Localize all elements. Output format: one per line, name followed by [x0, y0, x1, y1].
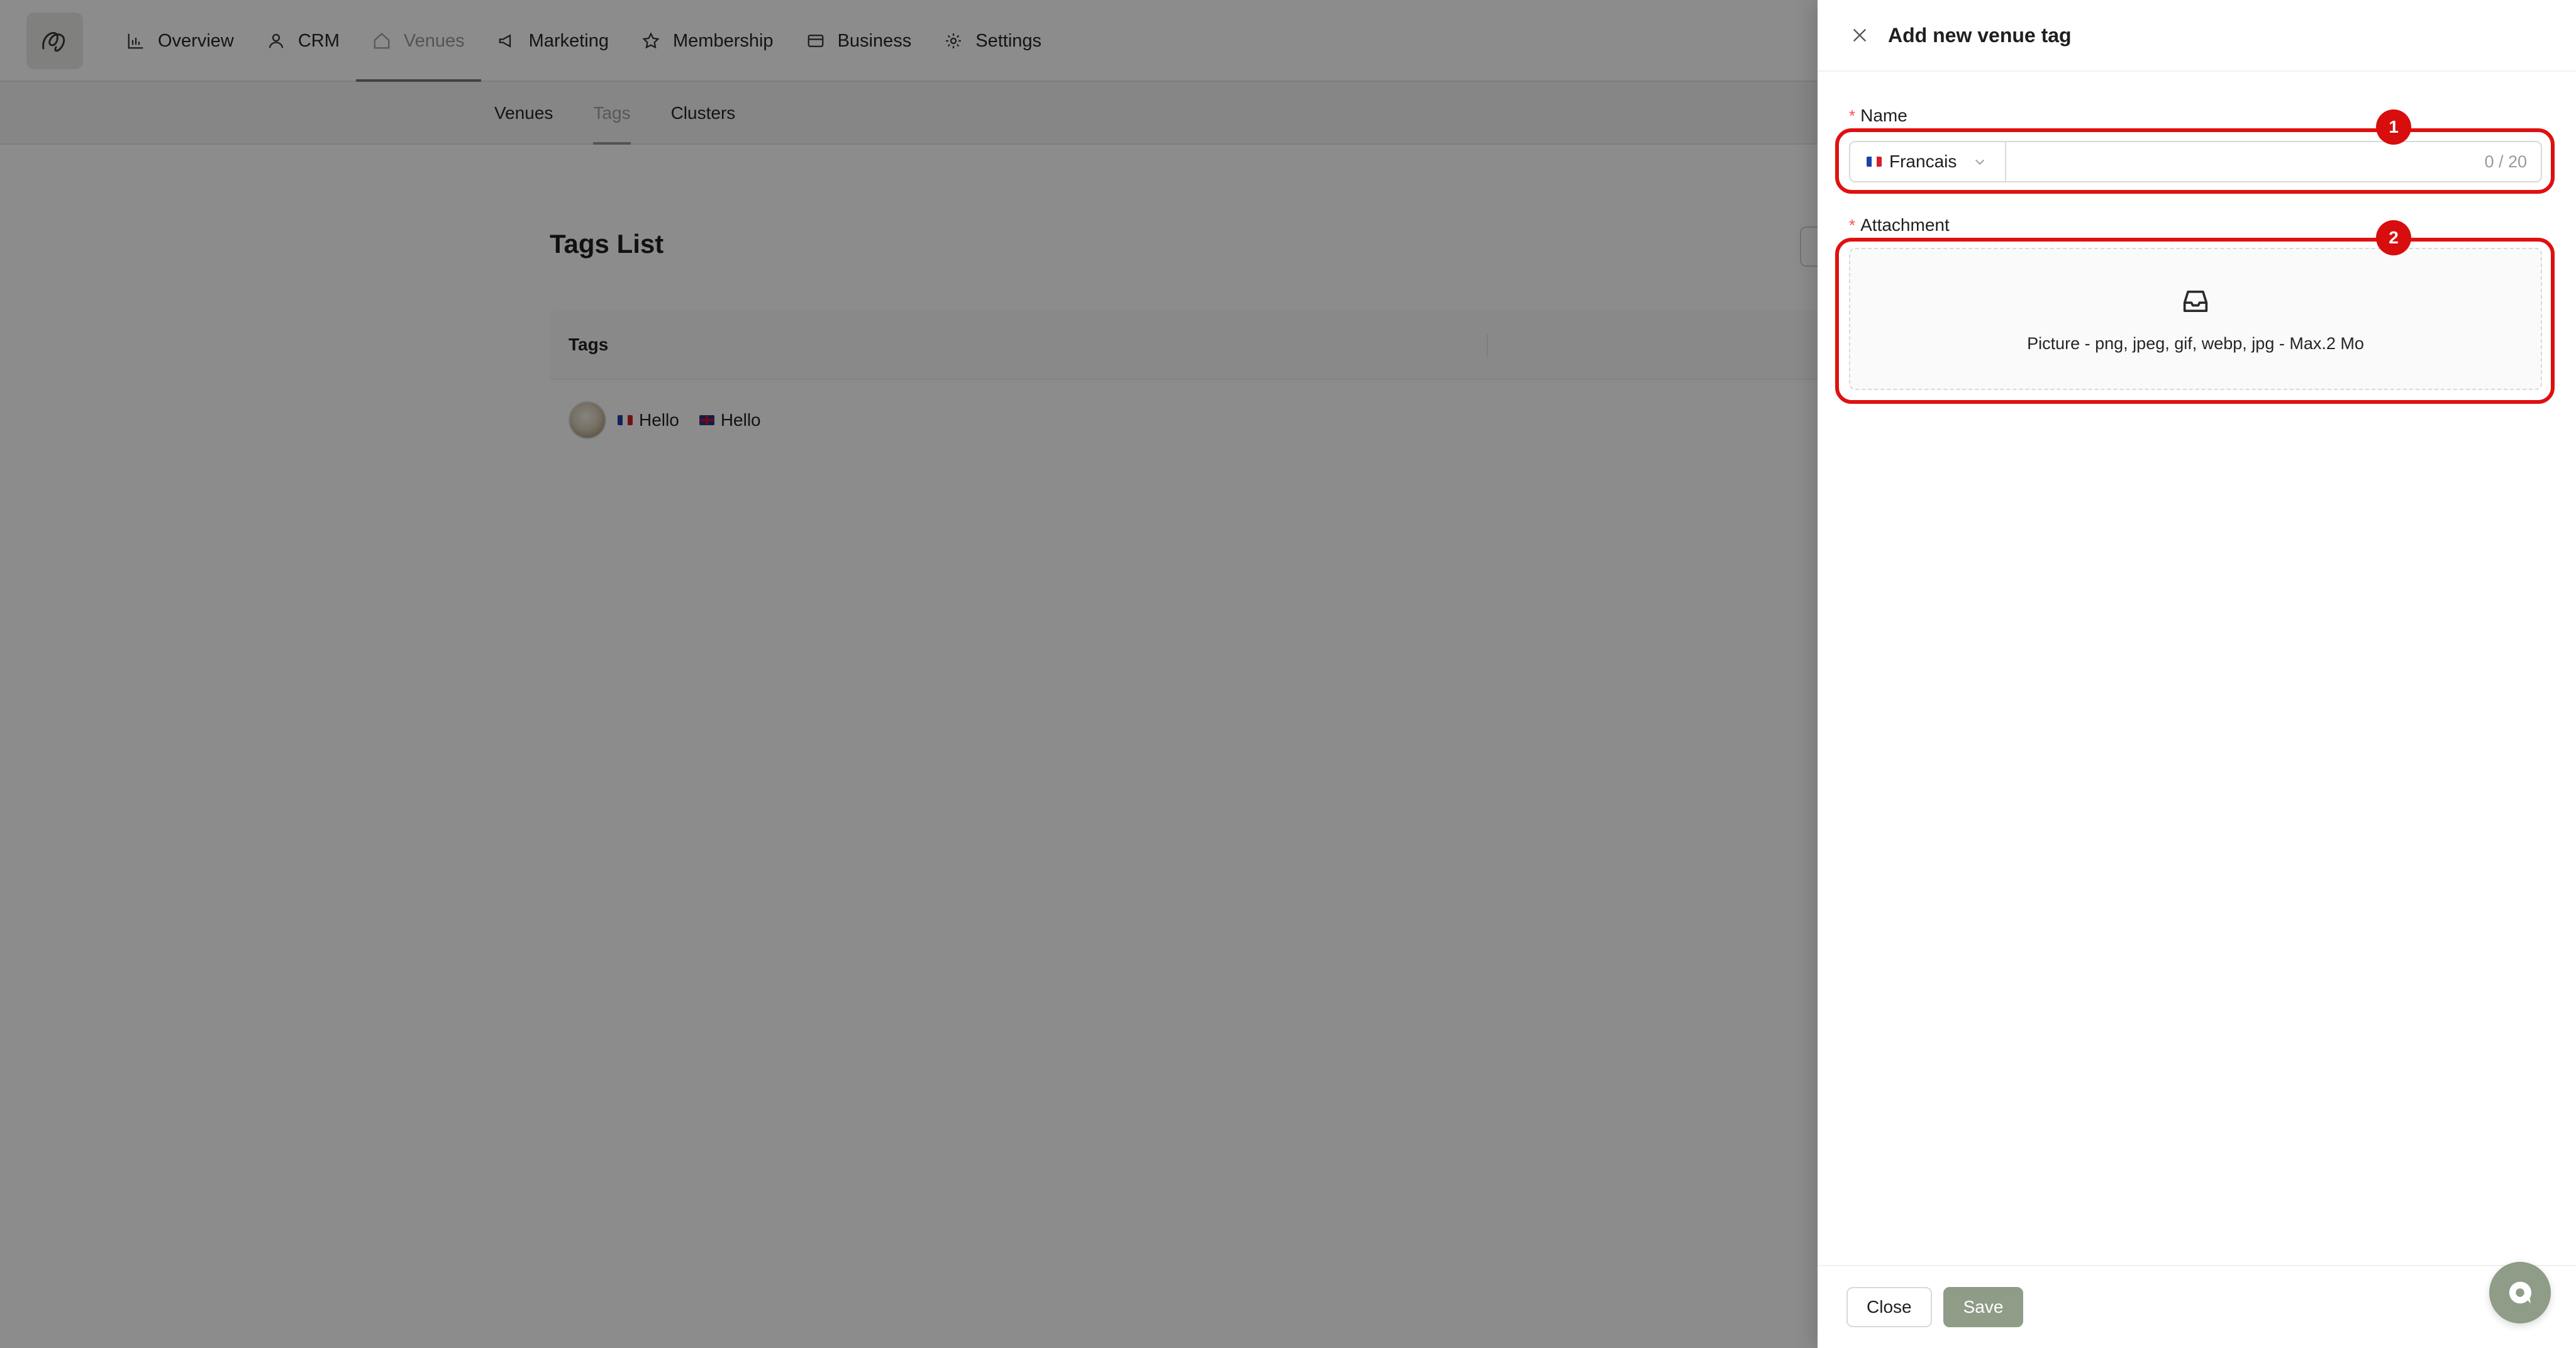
- annotation-box-2: [1835, 238, 2555, 404]
- add-venue-tag-drawer: Add new venue tag * Name Francais 0 / 20 …: [1818, 0, 2576, 1348]
- name-field-label: * Name: [1849, 106, 1907, 126]
- modal-backdrop[interactable]: [0, 0, 1818, 1348]
- drawer-header: Add new venue tag: [1818, 0, 2576, 72]
- chat-bubble-icon: [2509, 1281, 2532, 1304]
- required-asterisk: *: [1849, 216, 1856, 235]
- save-button[interactable]: Save: [1943, 1287, 2024, 1327]
- drawer-title: Add new venue tag: [1888, 23, 2072, 47]
- help-chat-button[interactable]: [2489, 1262, 2551, 1323]
- close-button[interactable]: Close: [1846, 1287, 1932, 1327]
- attachment-field-label: * Attachment: [1849, 215, 1950, 235]
- attachment-label-text: Attachment: [1860, 215, 1950, 235]
- close-icon[interactable]: [1850, 26, 1869, 45]
- name-label-text: Name: [1860, 106, 1907, 125]
- drawer-footer: Close Save: [1818, 1265, 2576, 1348]
- annotation-badge-1: 1: [2376, 109, 2411, 145]
- annotation-box-1: [1835, 128, 2555, 194]
- annotation-badge-2: 2: [2376, 220, 2411, 255]
- required-asterisk: *: [1849, 106, 1856, 125]
